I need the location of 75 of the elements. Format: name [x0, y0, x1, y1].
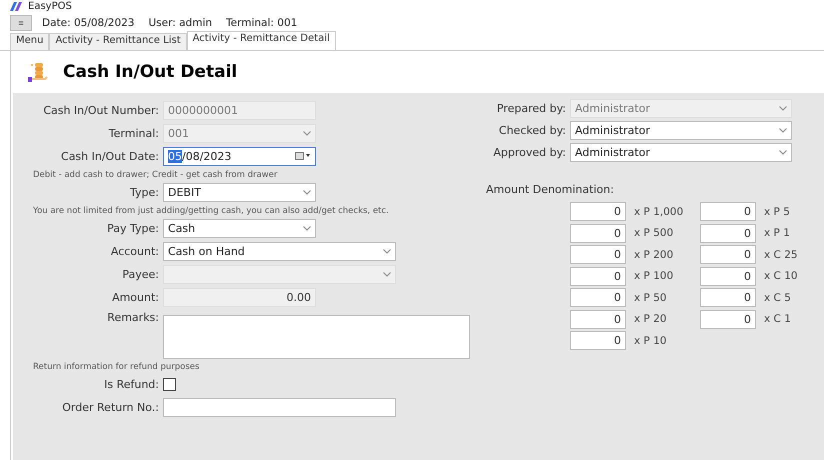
- field-label: Remarks:: [106, 311, 159, 324]
- denomination-label: x C 1: [764, 313, 792, 326]
- count-field[interactable]: 0: [570, 224, 626, 243]
- tab[interactable]: Menu: [10, 33, 50, 50]
- chevron-icon: [383, 272, 391, 276]
- count-field[interactable]: 0: [700, 310, 756, 329]
- dropdown[interactable]: Administrator: [570, 121, 792, 140]
- count-field[interactable]: 0: [700, 224, 756, 243]
- chevron-icon: [779, 150, 787, 155]
- chevron-icon: [303, 190, 311, 194]
- field-label: Type:: [129, 186, 159, 198]
- field-label: Terminal:: [108, 126, 159, 140]
- page-title: Cash In/Out Detail: [63, 62, 238, 82]
- dropdown[interactable]: Administrator: [570, 143, 792, 162]
- dropdown[interactable]: DEBIT: [163, 182, 316, 202]
- hint-text: Debit - add cash to drawer; Credit - get cash from drawer: [32, 170, 278, 180]
- order-return-field[interactable]: [163, 398, 396, 416]
- field-label: Cash In/Out Date:: [60, 150, 159, 162]
- denomination-label: x P 5: [764, 206, 791, 218]
- chevron-icon: [303, 130, 311, 136]
- field-label: Account:: [110, 244, 159, 258]
- date-label: Date: 05/08/2023: [42, 17, 134, 29]
- number-field[interactable]: 0000000001: [163, 100, 316, 120]
- field-label: Amount:: [111, 290, 159, 304]
- menu-button[interactable]: =: [10, 15, 32, 31]
- count-field[interactable]: 0: [700, 288, 756, 308]
- count-field[interactable]: 0: [570, 202, 626, 222]
- denomination-label: x P 100: [634, 270, 674, 282]
- dropdown[interactable]: Cash on Hand: [163, 242, 396, 260]
- date-field[interactable]: 05/08/2023: [163, 146, 316, 166]
- denomination-label: x C 5: [764, 292, 792, 304]
- chevron-icon: [303, 226, 311, 230]
- amount-field[interactable]: 0.00: [163, 288, 316, 306]
- count-field[interactable]: 0: [700, 245, 756, 264]
- denomination-label: x P 20: [634, 313, 668, 326]
- count-field[interactable]: 0: [570, 288, 626, 308]
- field-label: Cash In/Out Number:: [42, 104, 159, 116]
- app-logo-icon: [10, 2, 22, 11]
- tab[interactable]: Activity - Remittance List: [49, 33, 187, 50]
- hint-text: Return information for refund purposes: [32, 362, 200, 372]
- coins-icon: [27, 61, 49, 83]
- count-field[interactable]: 0: [700, 202, 756, 222]
- calendar-icon: [295, 152, 311, 160]
- field-label: Prepared by:: [496, 102, 566, 115]
- field-label: Approved by:: [492, 146, 566, 159]
- dropdown[interactable]: Cash: [163, 218, 316, 238]
- tab[interactable]: Activity - Remittance Detail: [186, 31, 336, 50]
- denomination-label: x C 10: [764, 270, 799, 282]
- hint-text: You are not limited from just adding/getting cash, you can also add/get checks, etc.: [32, 206, 390, 216]
- count-field[interactable]: 0: [570, 245, 626, 264]
- denomination-label: x P 1: [764, 227, 791, 240]
- terminal-label: Terminal: 001: [226, 17, 298, 29]
- denomination-label: x P 1,000: [634, 206, 684, 218]
- field-label: Order Return No.:: [61, 400, 159, 414]
- count-field[interactable]: 0: [700, 266, 756, 286]
- window-title: EasyPOS: [28, 0, 72, 12]
- field-label: Payee:: [121, 268, 159, 280]
- field-label: Is Refund:: [103, 378, 159, 390]
- count-field[interactable]: 0: [570, 331, 626, 350]
- section-title: Amount Denomination:: [486, 183, 615, 196]
- refund-checkbox[interactable]: [163, 378, 176, 390]
- chevron-icon: [779, 106, 787, 111]
- denomination-label: x P 50: [634, 292, 668, 304]
- count-field[interactable]: 0: [570, 266, 626, 286]
- user-label: User: admin: [148, 17, 212, 29]
- denomination-label: x P 200: [634, 248, 674, 261]
- field-label: Pay Type:: [106, 222, 159, 234]
- denomination-label: x C 25: [764, 248, 799, 261]
- denomination-label: x P 500: [634, 227, 674, 240]
- count-field[interactable]: 0: [570, 310, 626, 329]
- denomination-label: x P 10: [634, 334, 668, 347]
- remarks-field[interactable]: [163, 315, 470, 359]
- field-label: Checked by:: [498, 124, 566, 137]
- chevron-icon: [383, 248, 391, 254]
- chevron-icon: [779, 128, 787, 133]
